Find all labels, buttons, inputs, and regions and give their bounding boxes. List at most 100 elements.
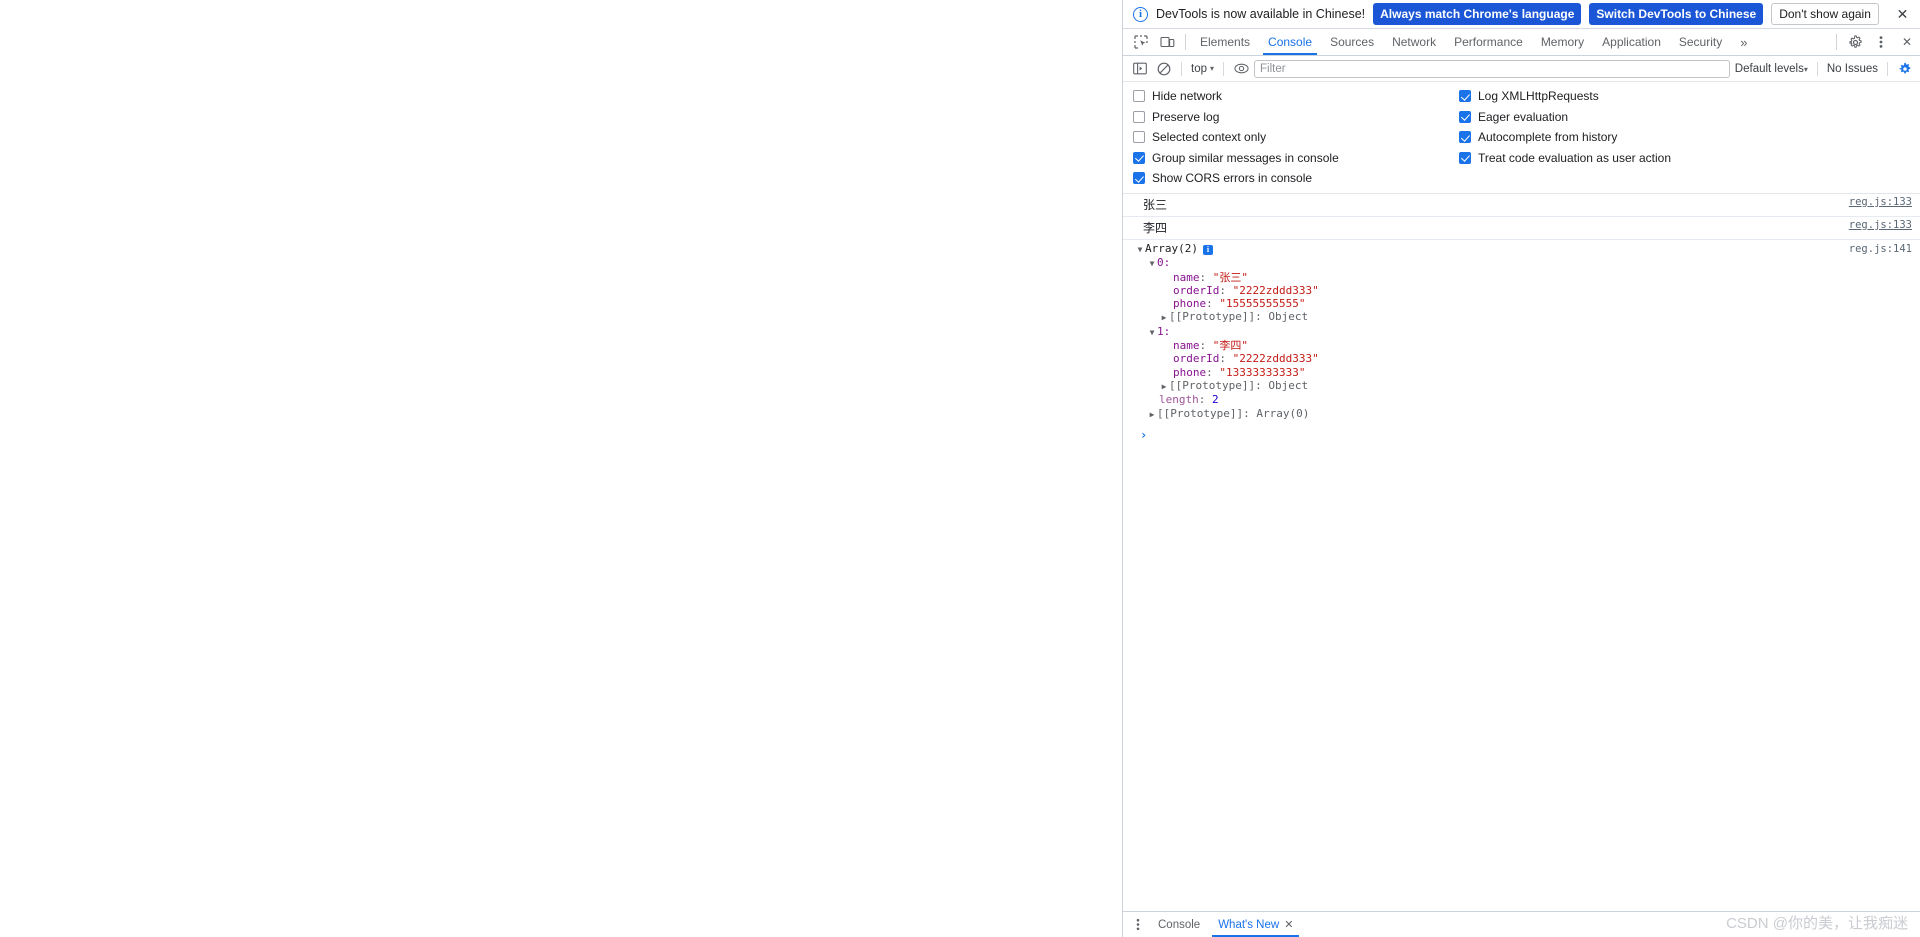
setting-group-similar-messages[interactable]: Group similar messages in console <box>1133 151 1459 165</box>
array-header-row[interactable]: ▼ Array(2) i reg.js:141 <box>1123 242 1912 256</box>
setting-eager-evaluation[interactable]: Eager evaluation <box>1459 110 1671 124</box>
array-item-index: 1: <box>1157 324 1171 338</box>
console-message-row[interactable]: 张三 reg.js:133 <box>1123 194 1920 217</box>
tabbar-divider <box>1185 34 1186 50</box>
setting-label-show-cors-errors: Show CORS errors in console <box>1152 171 1313 185</box>
devtools-panel: i DevTools is now available in Chinese! … <box>1122 0 1920 937</box>
issues-counter[interactable]: No Issues <box>1824 63 1881 75</box>
console-settings-pane: Hide network Preserve log Selected conte… <box>1123 82 1920 194</box>
array-item-row[interactable]: ▼ 1: <box>1123 325 1912 339</box>
drawer-tab-console[interactable]: Console <box>1149 912 1209 937</box>
property-value: "2222zddd333" <box>1232 283 1319 297</box>
console-message-row[interactable]: 李四 reg.js:133 <box>1123 217 1920 240</box>
tab-security[interactable]: Security <box>1670 29 1731 55</box>
array-length-row: length: 2 <box>1159 393 1219 407</box>
setting-autocomplete-from-history[interactable]: Autocomplete from history <box>1459 130 1671 144</box>
drawer-kebab-menu-icon[interactable] <box>1127 912 1149 937</box>
clear-console-icon[interactable] <box>1153 59 1175 79</box>
close-devtools-icon[interactable]: ✕ <box>1894 29 1920 55</box>
prompt-caret-icon: › <box>1140 427 1148 442</box>
close-notification-icon[interactable]: ✕ <box>1895 4 1910 24</box>
drawer-tab-whats-new-label: What's New <box>1218 918 1280 931</box>
setting-label-treat-code-evaluation: Treat code evaluation as user action <box>1478 150 1672 165</box>
setting-show-cors-errors[interactable]: Show CORS errors in console <box>1133 171 1459 185</box>
checkbox-treat-code-evaluation[interactable] <box>1459 151 1471 164</box>
toolbar-divider-1 <box>1181 61 1182 76</box>
setting-hide-network[interactable]: Hide network <box>1133 89 1459 103</box>
tabbar-divider-right <box>1836 34 1837 50</box>
console-filter-input[interactable] <box>1254 59 1730 78</box>
console-source-link[interactable]: reg.js:133 <box>1839 219 1912 231</box>
property-value: "2222zddd333" <box>1232 352 1319 366</box>
watermark-text: CSDN @你的美，让我痴迷 <box>1726 915 1908 932</box>
tab-application[interactable]: Application <box>1593 29 1670 55</box>
dont-show-again-button[interactable]: Don't show again <box>1771 3 1879 25</box>
disclosure-triangle-open-icon[interactable]: ▼ <box>1147 326 1157 339</box>
console-settings-gear-icon[interactable] <box>1894 59 1916 79</box>
log-levels-dropdown[interactable]: Default levels▾ <box>1732 63 1811 75</box>
checkbox-eager-evaluation[interactable] <box>1459 110 1471 123</box>
property-value: "张三" <box>1212 270 1248 284</box>
toolbar-divider-2 <box>1223 61 1225 76</box>
tab-console[interactable]: Console <box>1259 29 1321 55</box>
web-page-viewport[interactable] <box>0 0 1122 937</box>
disclosure-triangle-closed-icon[interactable]: ▶ <box>1147 408 1157 421</box>
drawer-tab-whats-new[interactable]: What's New ✕ <box>1209 912 1302 937</box>
inspect-element-icon[interactable] <box>1128 29 1154 55</box>
property-key: name <box>1173 270 1200 284</box>
array-prototype-label: [[Prototype]]: Array(0) <box>1157 406 1310 420</box>
execution-context-value: top <box>1191 62 1207 75</box>
info-badge-icon[interactable]: i <box>1202 245 1213 255</box>
disclosure-triangle-open-icon[interactable]: ▼ <box>1147 257 1157 270</box>
execution-context-selector[interactable]: top ▾ <box>1188 62 1217 76</box>
gear-icon[interactable] <box>1842 29 1868 55</box>
prototype-row[interactable]: ▶ [[Prototype]]: Object <box>1123 310 1912 324</box>
checkbox-group-similar-messages[interactable] <box>1133 151 1145 164</box>
tab-elements[interactable]: Elements <box>1191 29 1259 55</box>
property-value: "13333333333" <box>1219 365 1306 379</box>
checkbox-show-cors-errors[interactable] <box>1133 172 1145 184</box>
console-message-list[interactable]: 张三 reg.js:133 李四 reg.js:133 ▼ Array(2) i… <box>1123 194 1920 911</box>
tab-performance[interactable]: Performance <box>1445 29 1532 55</box>
disclosure-triangle-closed-icon[interactable]: ▶ <box>1159 380 1169 393</box>
checkbox-autocomplete-from-history[interactable] <box>1459 131 1471 143</box>
array-prototype-row[interactable]: ▶ [[Prototype]]: Array(0) <box>1123 407 1912 421</box>
object-property-row: name: "李四" <box>1173 339 1248 353</box>
setting-log-xmlhttprequests[interactable]: Log XMLHttpRequests <box>1459 89 1671 103</box>
console-source-link[interactable]: reg.js:133 <box>1839 196 1912 208</box>
toolbar-divider-4 <box>1887 61 1888 76</box>
setting-label-selected-context-only: Selected context only <box>1152 130 1267 144</box>
toolbar-divider-3 <box>1816 61 1818 76</box>
tab-network[interactable]: Network <box>1383 29 1445 55</box>
property-key: orderId <box>1173 283 1220 297</box>
always-match-chrome-language-button[interactable]: Always match Chrome's language <box>1373 3 1582 25</box>
setting-preserve-log[interactable]: Preserve log <box>1133 110 1459 124</box>
kebab-menu-icon[interactable] <box>1868 29 1894 55</box>
eye-icon[interactable] <box>1230 59 1252 79</box>
more-tabs-icon[interactable]: » <box>1731 29 1756 55</box>
tabbar-spacer <box>1756 29 1831 55</box>
setting-treat-code-evaluation[interactable]: Treat code evaluation as user action <box>1459 151 1671 165</box>
devtools-drawer-tab-bar: Console What's New ✕ CSDN @你的美，让我痴迷 <box>1123 911 1920 937</box>
array-item-row[interactable]: ▼ 0: <box>1123 256 1912 270</box>
tab-memory[interactable]: Memory <box>1532 29 1593 55</box>
array-item-index: 0: <box>1157 256 1171 270</box>
checkbox-log-xmlhttprequests[interactable] <box>1459 90 1471 102</box>
console-sidebar-icon[interactable] <box>1129 59 1151 79</box>
object-property-row: orderId: "2222zddd333" <box>1173 283 1319 297</box>
chevron-down-icon: ▾ <box>1210 63 1215 73</box>
disclosure-triangle-open-icon[interactable]: ▼ <box>1135 243 1145 256</box>
setting-selected-context-only[interactable]: Selected context only <box>1133 130 1459 144</box>
disclosure-triangle-closed-icon[interactable]: ▶ <box>1159 311 1169 324</box>
checkbox-hide-network[interactable] <box>1133 90 1145 102</box>
console-prompt[interactable]: › <box>1123 424 1920 446</box>
console-object-tree[interactable]: ▼ Array(2) i reg.js:141 ▼ 0: name: "张三" … <box>1123 240 1920 424</box>
array-source-link[interactable]: reg.js:141 <box>1839 243 1912 256</box>
device-toolbar-icon[interactable] <box>1154 29 1180 55</box>
prototype-row[interactable]: ▶ [[Prototype]]: Object <box>1123 379 1912 393</box>
switch-devtools-to-chinese-button[interactable]: Switch DevTools to Chinese <box>1589 3 1764 25</box>
tab-sources[interactable]: Sources <box>1321 29 1383 55</box>
checkbox-preserve-log[interactable] <box>1133 110 1145 123</box>
close-whats-new-icon[interactable]: ✕ <box>1284 918 1293 931</box>
checkbox-selected-context-only[interactable] <box>1133 131 1145 143</box>
